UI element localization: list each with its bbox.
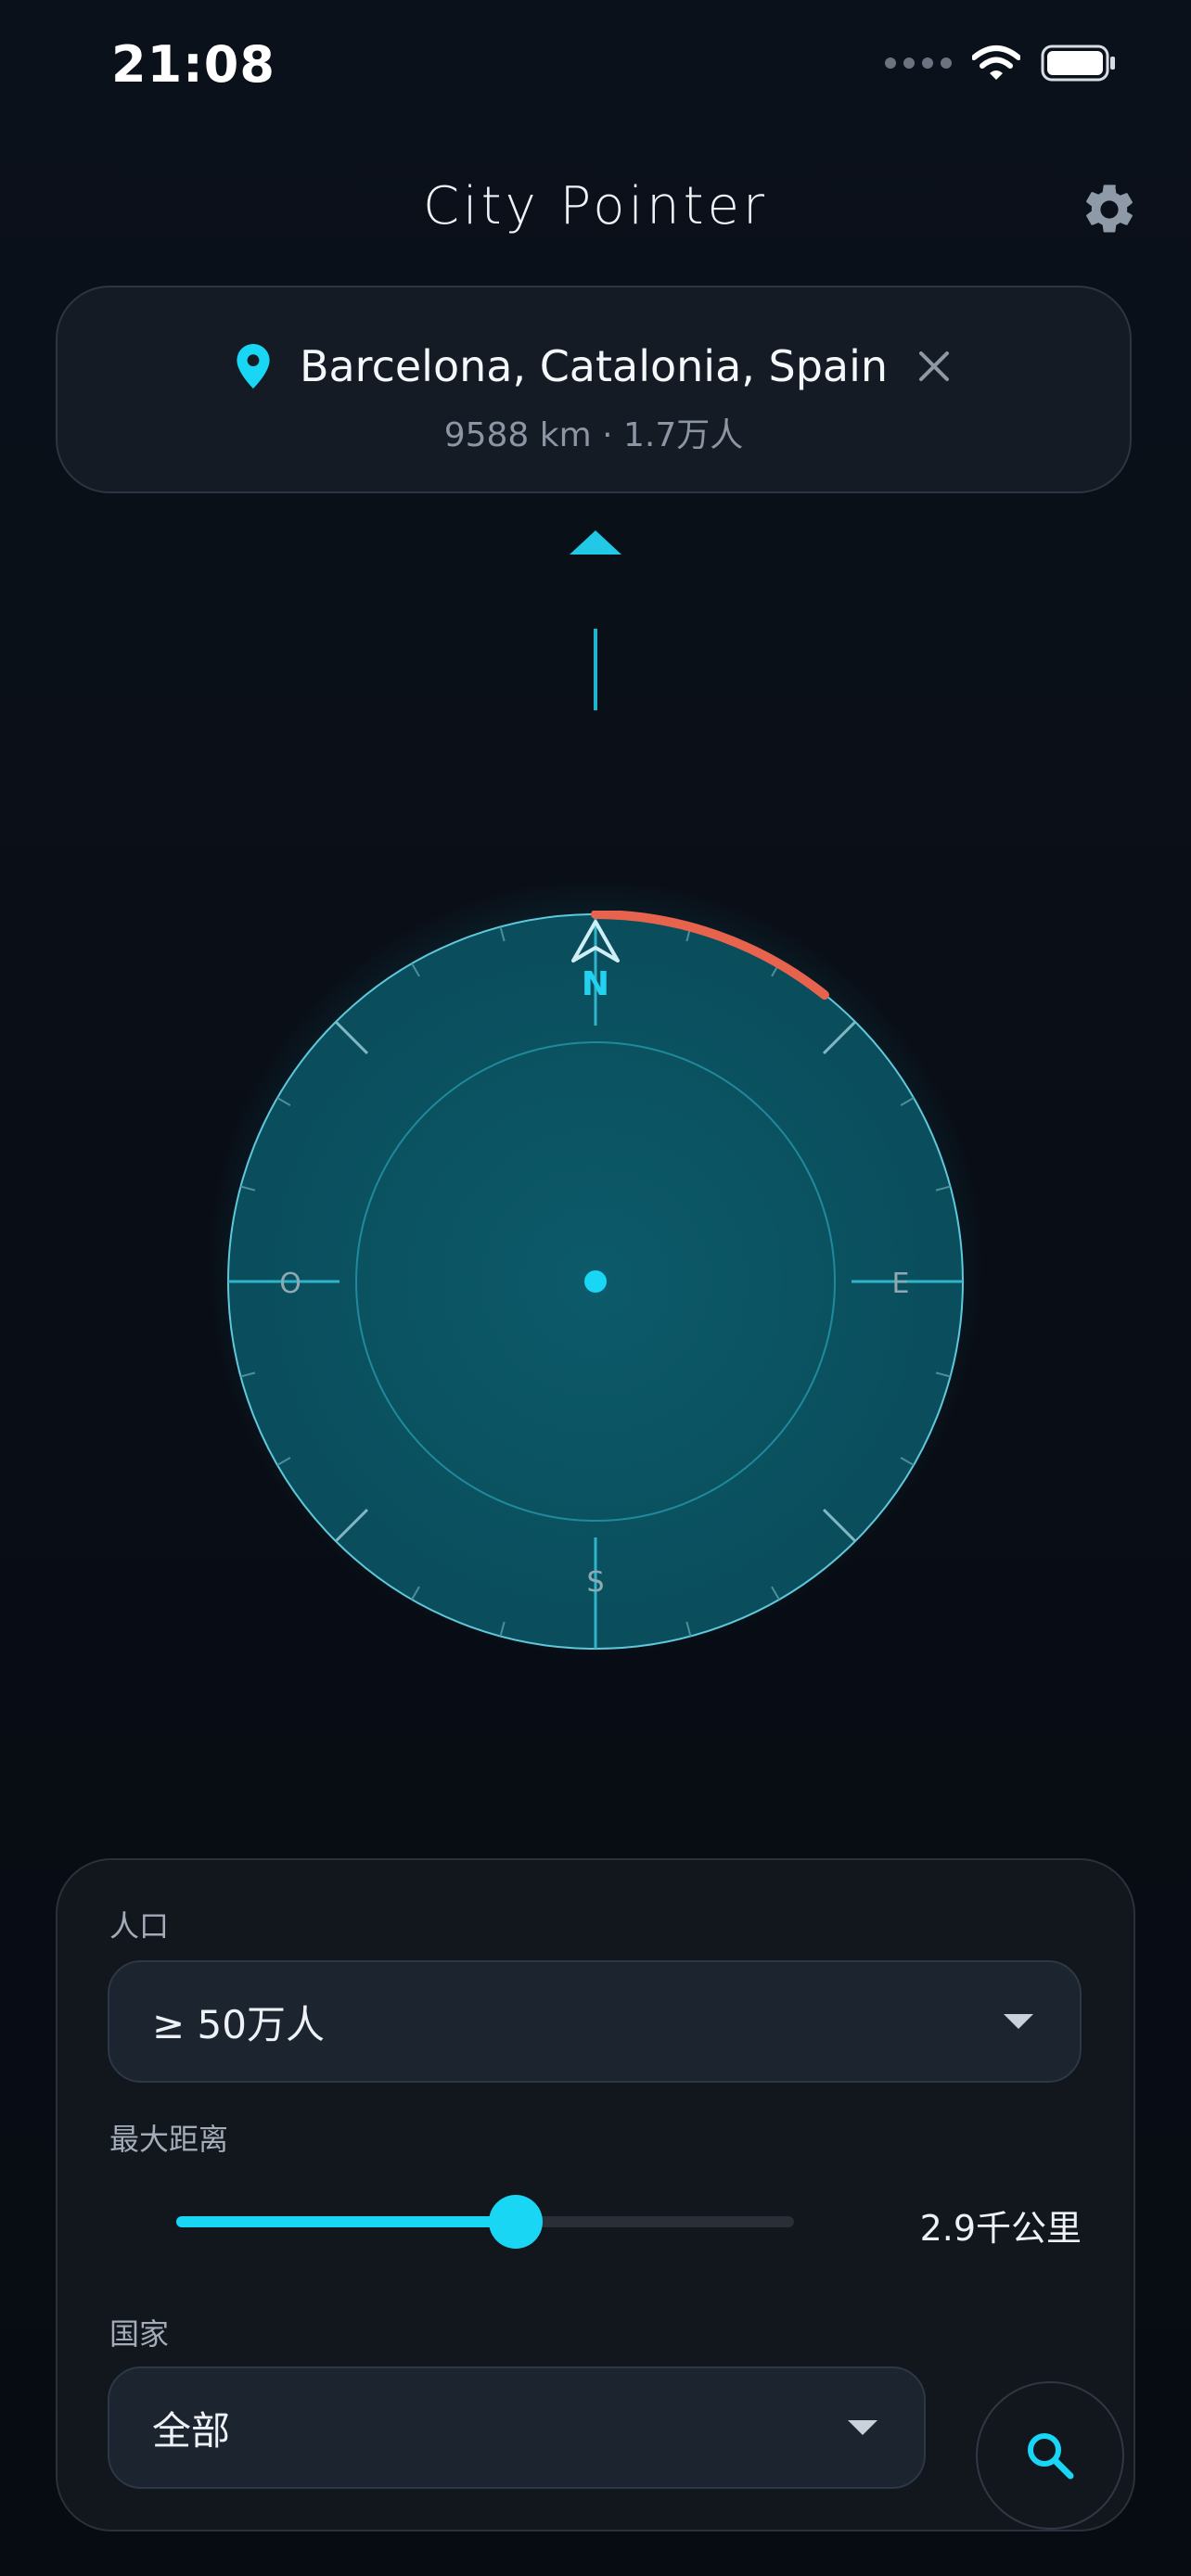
destination-card[interactable]: Barcelona, Catalonia, Spain 9588 km · 1.…: [56, 286, 1132, 493]
location-pin-icon: [237, 344, 270, 389]
chevron-down-icon: [1004, 2014, 1033, 2029]
destination-name: Barcelona, Catalonia, Spain: [299, 341, 889, 391]
page-title: City Pointer: [422, 176, 769, 236]
population-label: 人口: [109, 1908, 170, 1944]
population-select-value: ≥ 50万人: [152, 2001, 325, 2047]
direction-pointer-arrow: [570, 530, 621, 555]
wifi-icon: [972, 45, 1020, 80]
compass-label-n: N: [582, 965, 609, 1003]
status-icons: [885, 45, 1117, 82]
status-time: 21:08: [111, 35, 275, 94]
distance-slider-thumb[interactable]: [489, 2195, 544, 2249]
compass-center-dot: [584, 1270, 607, 1293]
compass-label-s: S: [586, 1566, 604, 1599]
compass: N E S O: [227, 911, 964, 1650]
compass-label-e: E: [892, 1268, 910, 1300]
search-icon: [1028, 2433, 1074, 2480]
search-button[interactable]: [976, 2381, 1124, 2530]
population-select[interactable]: ≥ 50万人: [108, 1960, 1082, 2083]
compass-label-w: O: [279, 1268, 301, 1300]
direction-pointer-line: [594, 629, 597, 710]
signal-icon: [885, 57, 952, 69]
country-select-value: 全部: [152, 2407, 231, 2454]
distance-slider[interactable]: [176, 2195, 794, 2249]
battery-icon: [1041, 45, 1115, 82]
destination-subtitle: 9588 km · 1.7万人: [443, 416, 744, 454]
max-distance-label: 最大距离: [109, 2122, 229, 2157]
close-icon[interactable]: [916, 348, 953, 385]
gear-icon[interactable]: [1080, 180, 1139, 239]
country-label: 国家: [109, 2316, 170, 2352]
distance-slider-fill: [176, 2216, 517, 2227]
country-select[interactable]: 全部: [108, 2366, 926, 2489]
distance-value: 2.9千公里: [919, 2208, 1082, 2249]
chevron-down-icon: [848, 2420, 877, 2435]
